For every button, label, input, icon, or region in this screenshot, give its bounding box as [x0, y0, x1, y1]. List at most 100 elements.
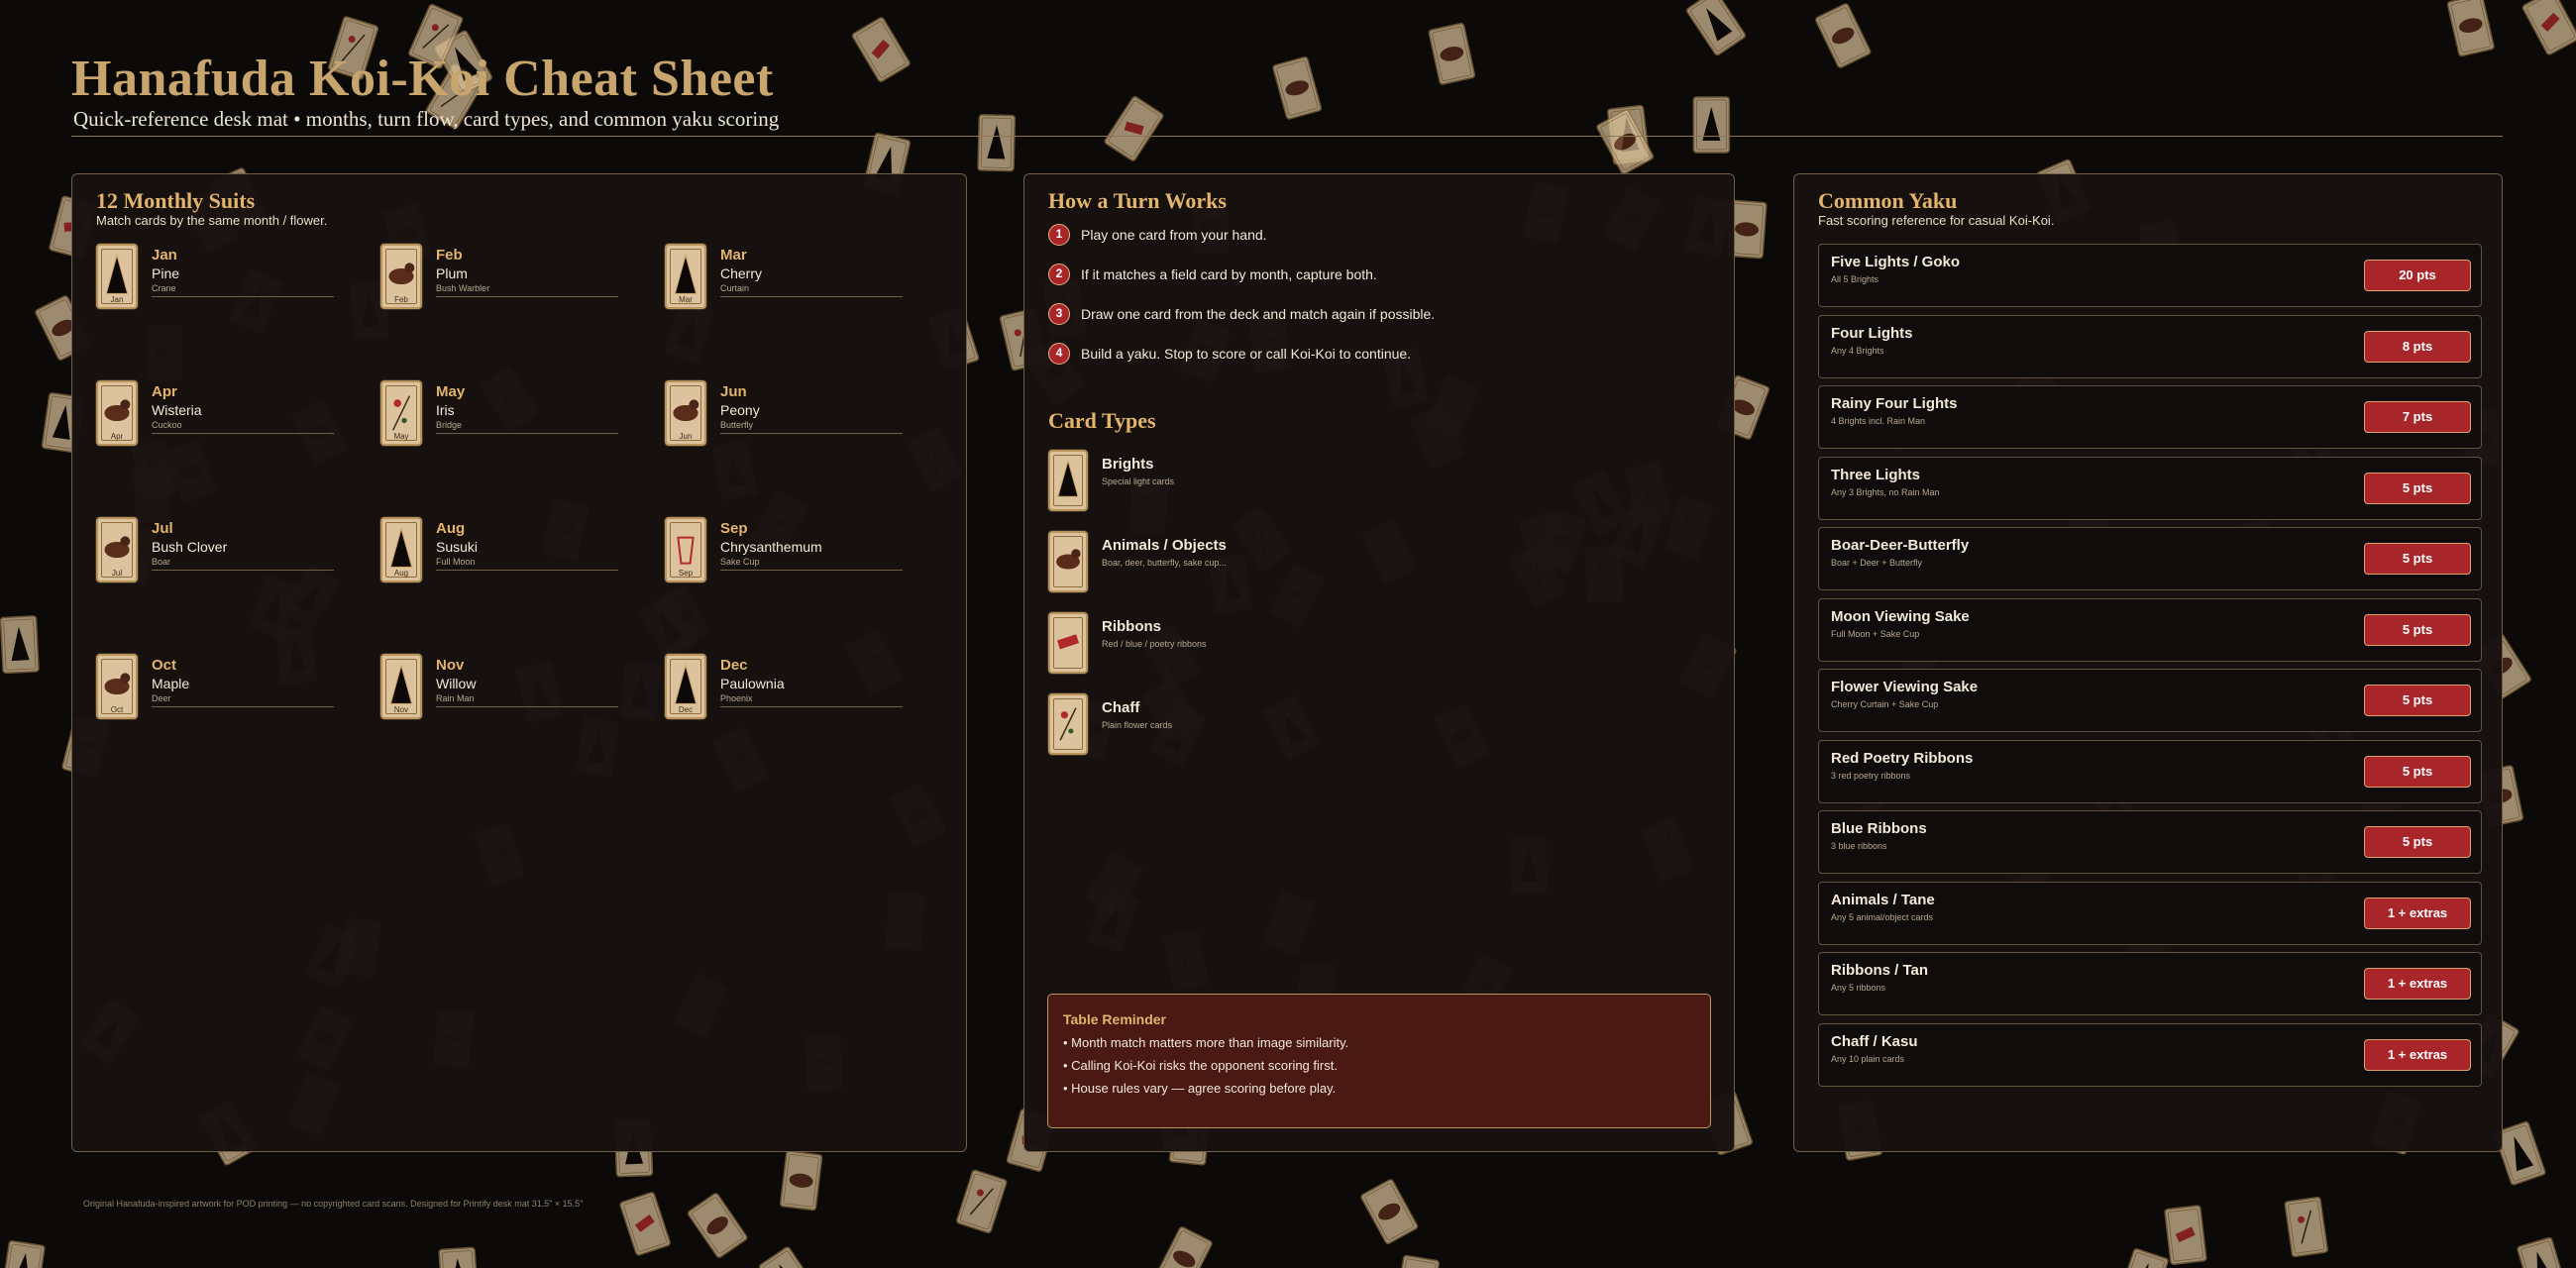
yaku-points-badge: 5 pts — [2364, 543, 2471, 575]
card-type-desc: Special light cards — [1102, 476, 1175, 486]
footer-note: Original Hanafuda-inspired artwork for P… — [83, 1199, 584, 1209]
suit-flower: Iris — [436, 402, 455, 418]
yaku-points-badge: 5 pts — [2364, 826, 2471, 858]
yaku-points-badge: 1 + extras — [2364, 897, 2471, 929]
bright-triangle-icon: Jan — [96, 244, 138, 309]
card-type-desc: Boar, deer, butterfly, sake cup... — [1102, 558, 1227, 568]
card-month-label: Jan — [110, 295, 124, 304]
suit-month: Aug — [436, 520, 466, 537]
suit-apr: Apr Apr Wisteria Cuckoo — [96, 380, 334, 452]
yaku-desc: Any 4 Brights — [1831, 345, 1884, 356]
yaku-row: Five Lights / Goko All 5 Brights 20 pts — [1818, 244, 2482, 307]
yaku-name: Red Poetry Ribbons — [1831, 749, 1974, 767]
turn-panel: How a Turn Works 1 Play one card from you… — [1023, 173, 1735, 1152]
suit-divider — [152, 433, 334, 434]
animal-oval-icon — [1048, 531, 1088, 592]
suit-month: Dec — [720, 657, 748, 674]
yaku-row: Boar-Deer-Butterfly Boar + Deer + Butterf… — [1818, 527, 2482, 590]
suit-key-card: Cuckoo — [152, 420, 182, 430]
yaku-row: Three Lights Any 3 Brights, no Rain Man 5 … — [1818, 456, 2482, 520]
card-type-name: Animals / Objects — [1102, 537, 1227, 554]
suit-key-card: Phoenix — [720, 693, 753, 703]
card-month-label: Jul — [111, 569, 123, 578]
suit-flower: Plum — [436, 265, 468, 281]
yaku-name: Three Lights — [1831, 466, 1921, 483]
suit-divider — [720, 296, 903, 297]
suit-aug: Aug Aug Susuki Full Moon — [380, 517, 618, 588]
card-type-desc: Plain flower cards — [1102, 720, 1173, 730]
card-month-label: Feb — [394, 295, 408, 304]
suit-divider — [436, 706, 618, 707]
suit-key-card: Butterfly — [720, 420, 754, 430]
suit-divider — [152, 570, 334, 571]
yaku-name: Ribbons / Tan — [1831, 962, 1929, 979]
yaku-row: Chaff / Kasu Any 10 plain cards 1 + extras — [1818, 1022, 2482, 1087]
yaku-points-badge: 1 + extras — [2364, 1038, 2471, 1071]
suit-divider — [720, 706, 903, 707]
card-type: Chaff Plain flower cards — [1048, 693, 1445, 759]
suit-may: May May Iris Bridge — [380, 380, 618, 452]
yaku-name: Blue Ribbons — [1831, 820, 1927, 837]
yaku-points-badge: 5 pts — [2364, 613, 2471, 646]
page-subtitle: Quick-reference desk mat • months, turn … — [73, 107, 780, 131]
suit-dec: Dec Dec Paulownia Phoenix — [665, 654, 903, 725]
card-types-title: Card Types — [1048, 408, 1156, 433]
card-month-label: Oct — [110, 705, 124, 714]
suit-divider — [436, 433, 618, 434]
suit-mar: Mar Mar Cherry Curtain — [665, 244, 903, 315]
ribbon-icon — [1048, 612, 1088, 674]
card-type: Ribbons Red / blue / poetry ribbons — [1048, 612, 1445, 678]
chaff-branch-icon: May — [380, 380, 422, 446]
yaku-name: Flower Viewing Sake — [1831, 679, 1979, 695]
suit-month: Sep — [720, 520, 748, 537]
yaku-desc: Any 5 animal/object cards — [1831, 911, 1934, 922]
yaku-desc: Any 5 ribbons — [1831, 983, 1886, 993]
suit-month: Feb — [436, 247, 463, 264]
bright-triangle-icon: Dec — [665, 654, 706, 719]
card-month-label: Dec — [678, 705, 694, 714]
table-reminder: Table Reminder • Month match matters mor… — [1047, 994, 1711, 1128]
suit-flower: Cherry — [720, 265, 763, 281]
suit-key-card: Bridge — [436, 420, 463, 430]
card-month-label: Apr — [110, 432, 124, 441]
card-type: Brights Special light cards — [1048, 450, 1445, 515]
yaku-desc: 3 red poetry ribbons — [1831, 770, 1911, 781]
suit-flower: Pine — [152, 265, 180, 281]
yaku-points-badge: 5 pts — [2364, 755, 2471, 788]
suit-nov: Nov Nov Willow Rain Man — [380, 654, 618, 725]
card-type: Animals / Objects Boar, deer, butterfly, … — [1048, 531, 1445, 596]
yaku-name: Rainy Four Lights — [1831, 395, 1958, 412]
suit-divider — [436, 570, 618, 571]
bright-triangle-icon: Aug — [380, 517, 422, 582]
step-number-badge: 2 — [1048, 264, 1070, 285]
yaku-row: Rainy Four Lights 4 Brights incl. Rain Ma… — [1818, 385, 2482, 449]
yaku-points-badge: 5 pts — [2364, 685, 2471, 716]
suit-jul: Jul Jul Bush Clover Boar — [96, 517, 334, 588]
reminder-item: • Month match matters more than image si… — [1063, 1035, 1349, 1050]
suit-jun: Jun Jun Peony Butterfly — [665, 380, 903, 452]
suit-sep: Sep Sep Chrysanthemum Sake Cup — [665, 517, 903, 588]
yaku-row: Moon Viewing Sake Full Moon + Sake Cup 5 p… — [1818, 597, 2482, 662]
suit-feb: Feb Feb Plum Bush Warbler — [380, 244, 618, 315]
yaku-name: Five Lights / Goko — [1831, 254, 1961, 270]
suit-key-card: Curtain — [720, 283, 750, 293]
card-type-name: Chaff — [1102, 699, 1140, 716]
animal-oval-icon: Feb — [380, 244, 422, 309]
panel-title: How a Turn Works — [1048, 188, 1227, 213]
yaku-row: Red Poetry Ribbons 3 red poetry ribbons 5 … — [1818, 739, 2482, 803]
step-text: Play one card from your hand. — [1081, 227, 1267, 243]
suit-key-card: Boar — [152, 557, 171, 567]
panel-title: 12 Monthly Suits — [96, 188, 256, 213]
card-type-name: Brights — [1102, 456, 1154, 473]
yaku-desc: Any 3 Brights, no Rain Man — [1831, 486, 1940, 497]
yaku-row: Four Lights Any 4 Brights 8 pts — [1818, 314, 2482, 378]
card-month-label: May — [393, 432, 409, 441]
suit-flower: Wisteria — [152, 402, 202, 418]
suit-flower: Chrysanthemum — [720, 539, 822, 555]
yaku-points-badge: 7 pts — [2364, 401, 2471, 433]
card-month-label: Sep — [678, 569, 694, 578]
reminder-item: • Calling Koi-Koi risks the opponent sco… — [1063, 1058, 1338, 1073]
yaku-desc: Boar + Deer + Butterfly — [1831, 558, 1923, 568]
suit-key-card: Rain Man — [436, 693, 475, 703]
suit-divider — [720, 570, 903, 571]
